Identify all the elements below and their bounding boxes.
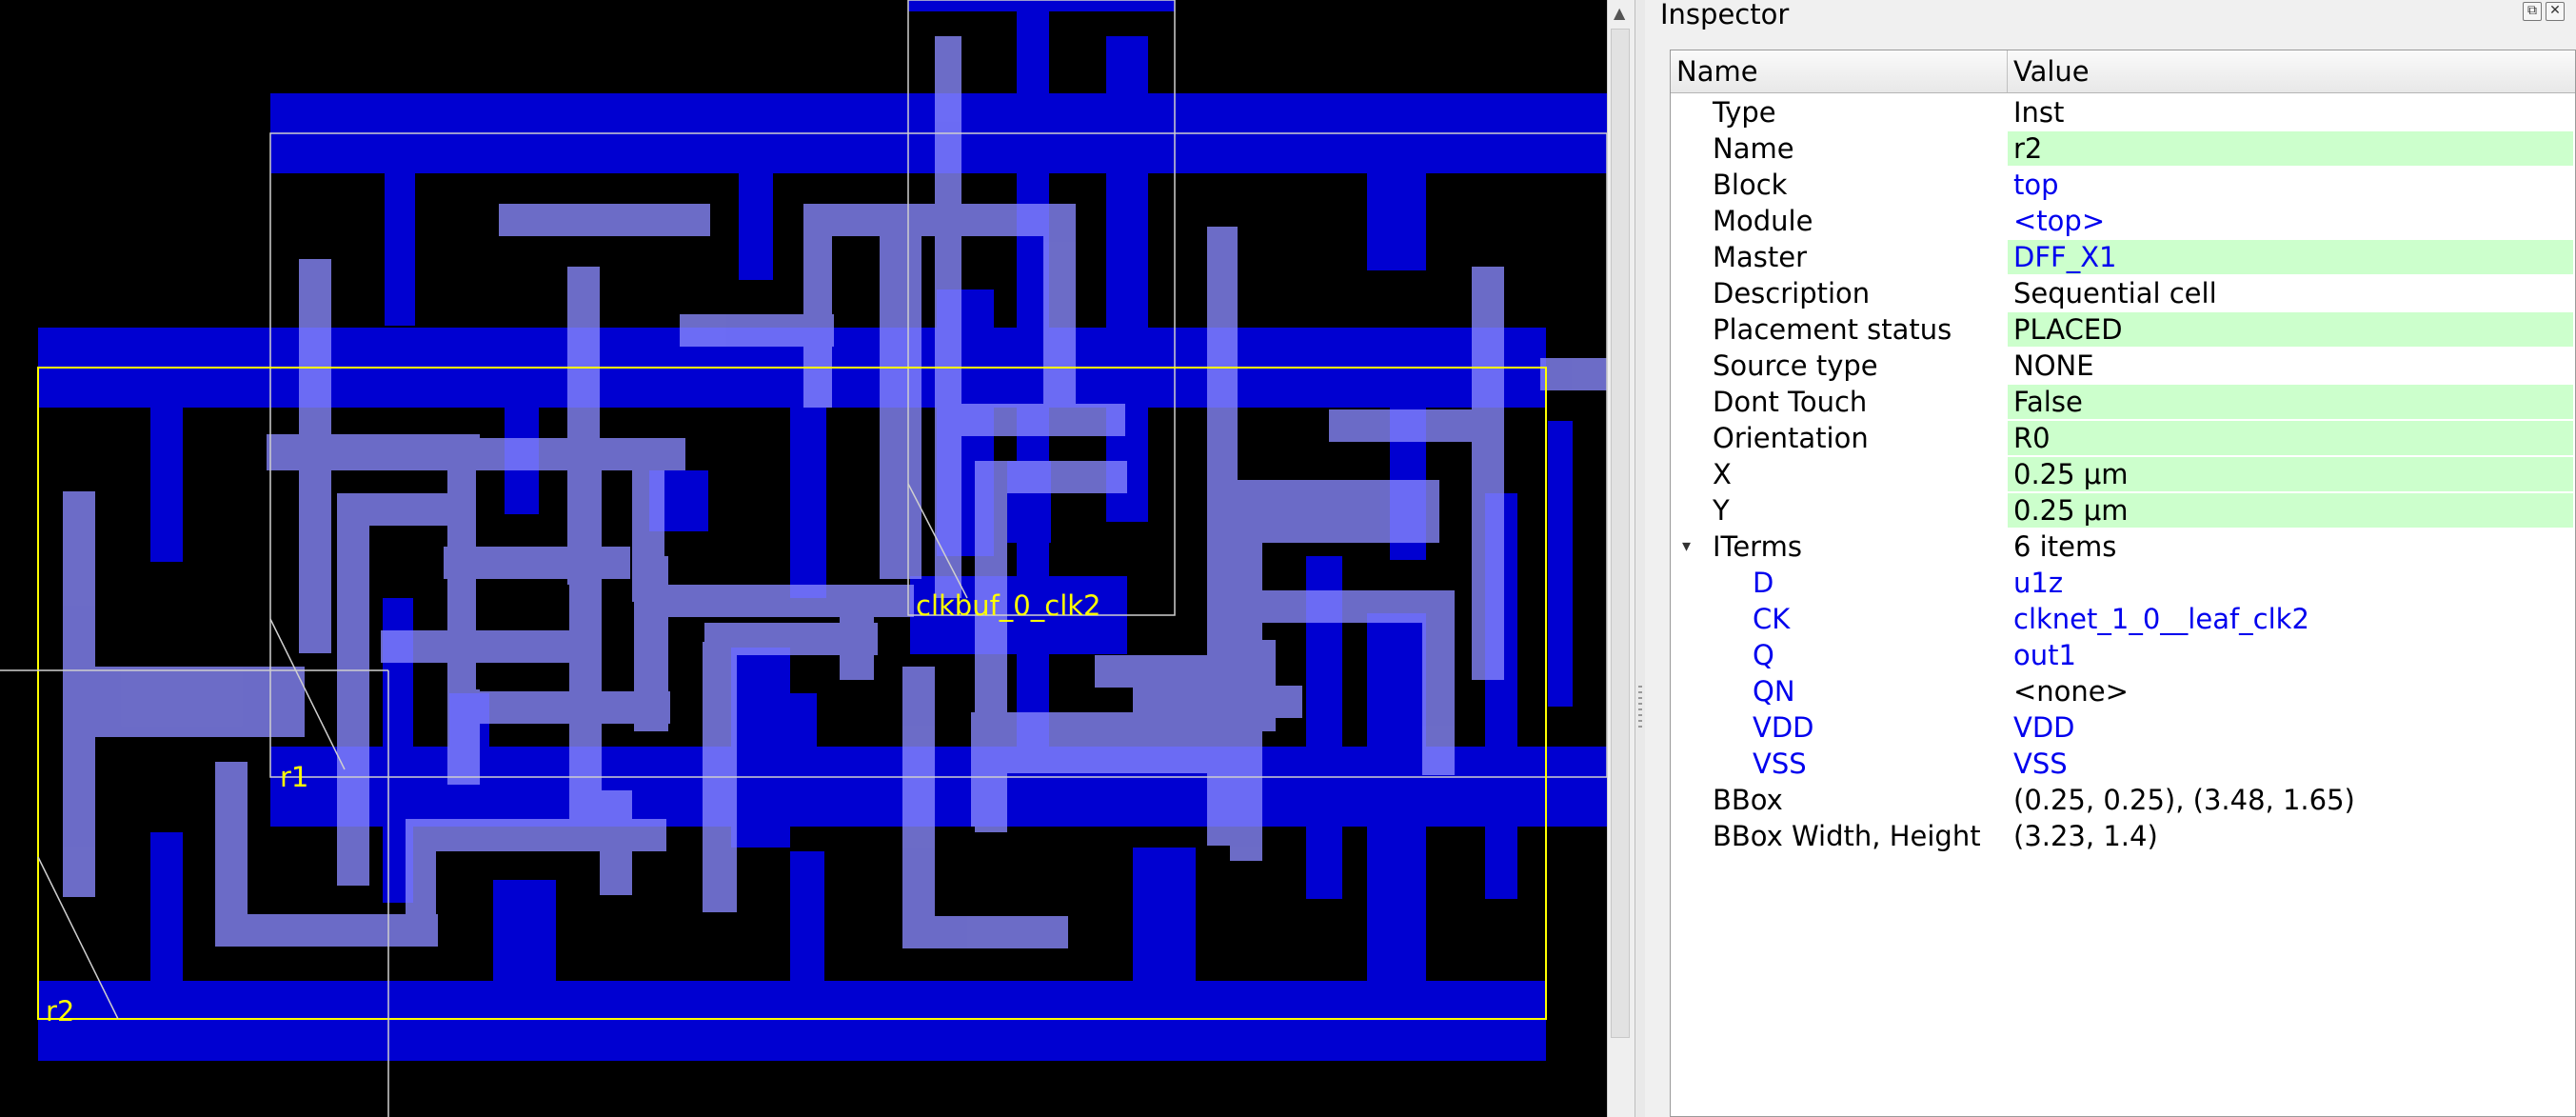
property-value: <none>	[2013, 675, 2129, 708]
property-value: (0.25, 0.25), (3.48, 1.65)	[2013, 784, 2355, 816]
property-row-child[interactable]: Du1z	[1671, 565, 2575, 601]
layout-viewer-canvas[interactable]: r1 r2 clkbuf_0_clk2	[0, 0, 1607, 1117]
property-name: Source type	[1713, 349, 1878, 382]
inspector-title: Inspector	[1660, 0, 1790, 30]
property-row[interactable]: Type Inst	[1671, 94, 2575, 130]
expand-arrow-icon[interactable]: ▾	[1682, 529, 1691, 565]
property-value-link[interactable]: VSS	[2008, 747, 2573, 781]
property-row[interactable]: BBox Width, Height (3.23, 1.4)	[1671, 818, 2575, 854]
property-value: Inst	[2013, 96, 2065, 129]
property-name: VDD	[1753, 711, 1814, 744]
property-row[interactable]: Module <top>	[1671, 203, 2575, 239]
property-name: BBox	[1713, 784, 1783, 816]
property-value-editable[interactable]: DFF_X1	[2008, 240, 2573, 274]
property-row[interactable]: Master DFF_X1	[1671, 239, 2575, 275]
property-name: X	[1713, 458, 1732, 490]
property-name: Q	[1753, 639, 1774, 671]
property-row[interactable]: ▾ ITerms 6 items	[1671, 529, 2575, 565]
property-row[interactable]: Block top	[1671, 167, 2575, 203]
close-dock-icon[interactable]: ✕	[2546, 2, 2565, 21]
property-name: QN	[1753, 675, 1795, 708]
scroll-up-arrow-icon[interactable]: ▲	[1614, 4, 1625, 22]
property-name: VSS	[1753, 748, 1807, 780]
instance-label-clkbuf: clkbuf_0_clk2	[916, 589, 1101, 622]
property-value-editable[interactable]: False	[2008, 385, 2573, 419]
property-value: (3.23, 1.4)	[2013, 820, 2158, 852]
property-row[interactable]: Name r2	[1671, 130, 2575, 167]
property-tree[interactable]: Name Value Type Inst Name r2 Block top Module <…	[1670, 50, 2576, 1117]
property-row[interactable]: Description Sequential cell	[1671, 275, 2575, 311]
property-row[interactable]: BBox (0.25, 0.25), (3.48, 1.65)	[1671, 782, 2575, 818]
column-header-name[interactable]: Name	[1671, 50, 2008, 92]
layout-drawing[interactable]: r1 r2 clkbuf_0_clk2	[0, 0, 1607, 1117]
property-row[interactable]: Dont Touch False	[1671, 384, 2575, 420]
property-value-link[interactable]: VDD	[2008, 710, 2573, 745]
property-row-child[interactable]: Qout1	[1671, 637, 2575, 673]
splitter-grip-icon	[1638, 686, 1642, 731]
property-value-editable[interactable]: r2	[2008, 131, 2573, 166]
instance-label-r2: r2	[46, 995, 74, 1027]
layout-vertical-scrollbar[interactable]: ▲	[1607, 0, 1635, 1117]
property-name: Y	[1713, 494, 1730, 527]
property-name: D	[1753, 567, 1774, 599]
property-row[interactable]: Y 0.25 μm	[1671, 492, 2575, 529]
property-name: Master	[1713, 241, 1808, 273]
scrollbar-thumb[interactable]	[1611, 29, 1630, 1038]
dock-splitter-handle[interactable]	[1635, 0, 1645, 1117]
property-row[interactable]: X 0.25 μm	[1671, 456, 2575, 492]
property-value-editable[interactable]: PLACED	[2008, 312, 2573, 347]
property-name: Block	[1713, 169, 1788, 201]
property-tree-header: Name Value	[1671, 50, 2575, 93]
property-name: Type	[1713, 96, 1776, 129]
property-name: Module	[1713, 205, 1813, 237]
inspector-panel: Inspector ⧉ ✕ Name Value Type Inst Name r2 B…	[1645, 0, 2576, 1117]
instance-label-r1: r1	[280, 761, 308, 793]
property-value: Sequential cell	[2013, 277, 2217, 309]
property-value-link[interactable]: top	[2008, 168, 2573, 202]
property-row-child[interactable]: VDD VDD	[1671, 709, 2575, 746]
property-value-editable[interactable]: 0.25 μm	[2008, 493, 2573, 528]
property-value-editable[interactable]: 0.25 μm	[2008, 457, 2573, 491]
float-dock-icon[interactable]: ⧉	[2523, 2, 2542, 21]
property-name: BBox Width, Height	[1713, 820, 1981, 852]
property-row-child[interactable]: VSS VSS	[1671, 746, 2575, 782]
property-name: Dont Touch	[1713, 386, 1868, 418]
property-value-link[interactable]: clknet_1_0__leaf_clk2	[2008, 602, 2573, 636]
property-row[interactable]: Placement status PLACED	[1671, 311, 2575, 348]
property-value-editable[interactable]: R0	[2008, 421, 2573, 455]
property-value: NONE	[2013, 349, 2094, 382]
property-name: CK	[1753, 603, 1791, 635]
property-name: Placement status	[1713, 313, 1952, 346]
property-value: 6 items	[2013, 530, 2117, 563]
property-row[interactable]: Source type NONE	[1671, 348, 2575, 384]
property-row[interactable]: Orientation R0	[1671, 420, 2575, 456]
property-name: Name	[1713, 132, 1794, 165]
property-row-child[interactable]: QN <none>	[1671, 673, 2575, 709]
property-name: ITerms	[1713, 530, 1802, 563]
column-header-value[interactable]: Value	[2008, 50, 2575, 92]
property-name: Orientation	[1713, 422, 1869, 454]
property-value-link[interactable]: <top>	[2008, 204, 2573, 238]
property-value-link[interactable]: out1	[2008, 638, 2573, 672]
property-value-link[interactable]: u1z	[2008, 566, 2573, 600]
property-row-child[interactable]: CK clknet_1_0__leaf_clk2	[1671, 601, 2575, 637]
property-name: Description	[1713, 277, 1871, 309]
